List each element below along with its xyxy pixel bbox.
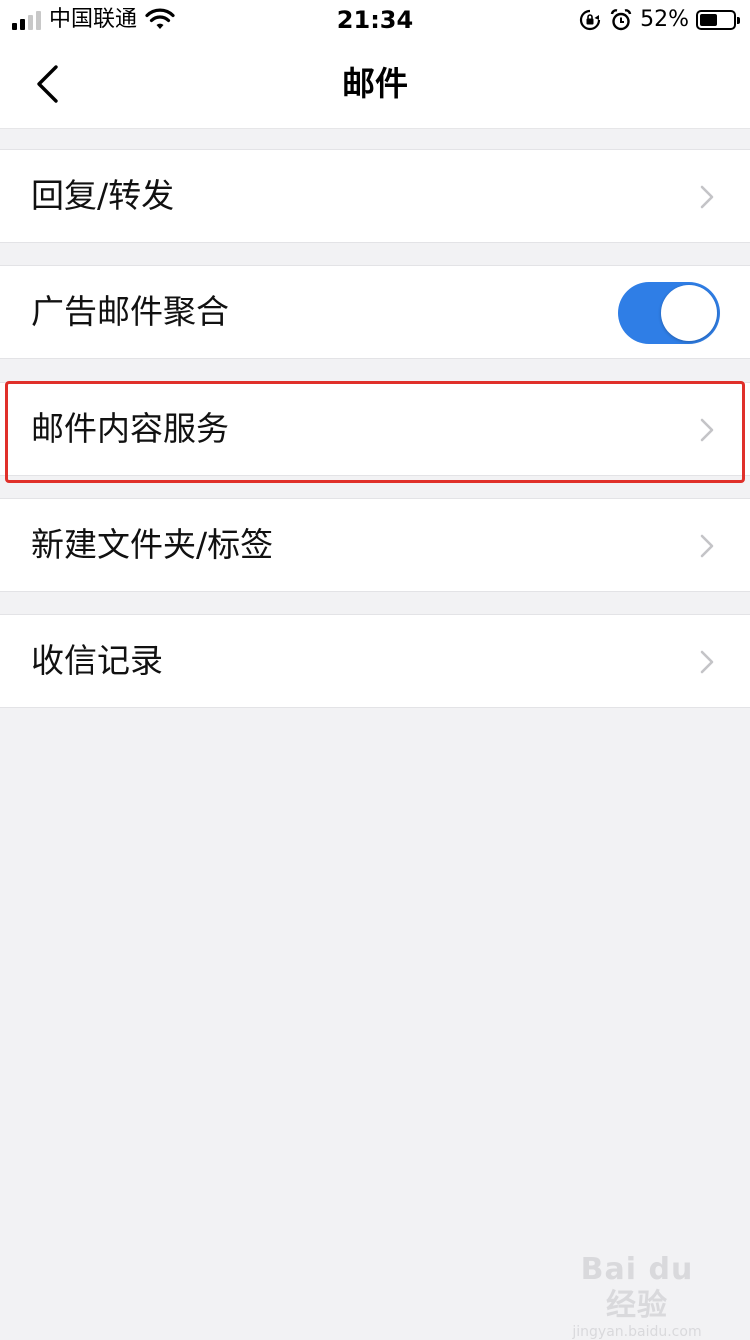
battery-cap: [737, 17, 740, 24]
row-label: 收信记录: [31, 641, 163, 680]
watermark-logo: Bai du 经验: [580, 1252, 694, 1323]
chevron-right-icon: [700, 534, 714, 558]
battery-percent: 52%: [640, 7, 689, 32]
row-label: 邮件内容服务: [31, 409, 229, 448]
watermark-url: jingyan.baidu.com: [572, 1324, 702, 1340]
ad-aggregation-toggle[interactable]: [618, 282, 720, 344]
nav-bar: 邮件: [0, 40, 750, 129]
row-label: 回复/转发: [31, 176, 175, 215]
settings-row-receive-log[interactable]: 收信记录: [0, 614, 750, 708]
chevron-right-icon: [700, 185, 714, 209]
row-label: 新建文件夹/标签: [31, 525, 274, 564]
page-title: 邮件: [342, 64, 408, 103]
status-right: 52%: [578, 6, 740, 34]
row-label: 广告邮件聚合: [31, 292, 229, 331]
status-bar: 中国联通 21:34 52%: [0, 0, 750, 40]
chevron-right-icon: [700, 650, 714, 674]
watermark: Bai du 经验 jingyan.baidu.com: [562, 1252, 712, 1340]
settings-row-mail-content-service[interactable]: 邮件内容服务: [0, 382, 750, 476]
settings-row-ad-mail-aggregation: 广告邮件聚合: [0, 265, 750, 359]
alarm-icon: [610, 9, 632, 31]
settings-row-reply-forward[interactable]: 回复/转发: [0, 149, 750, 243]
orientation-lock-icon: [580, 9, 601, 31]
battery-fill: [700, 14, 717, 26]
toggle-knob: [661, 285, 717, 341]
chevron-right-icon: [700, 418, 714, 442]
settings-row-new-folder-label[interactable]: 新建文件夹/标签: [0, 498, 750, 592]
battery-icon: [696, 10, 740, 30]
